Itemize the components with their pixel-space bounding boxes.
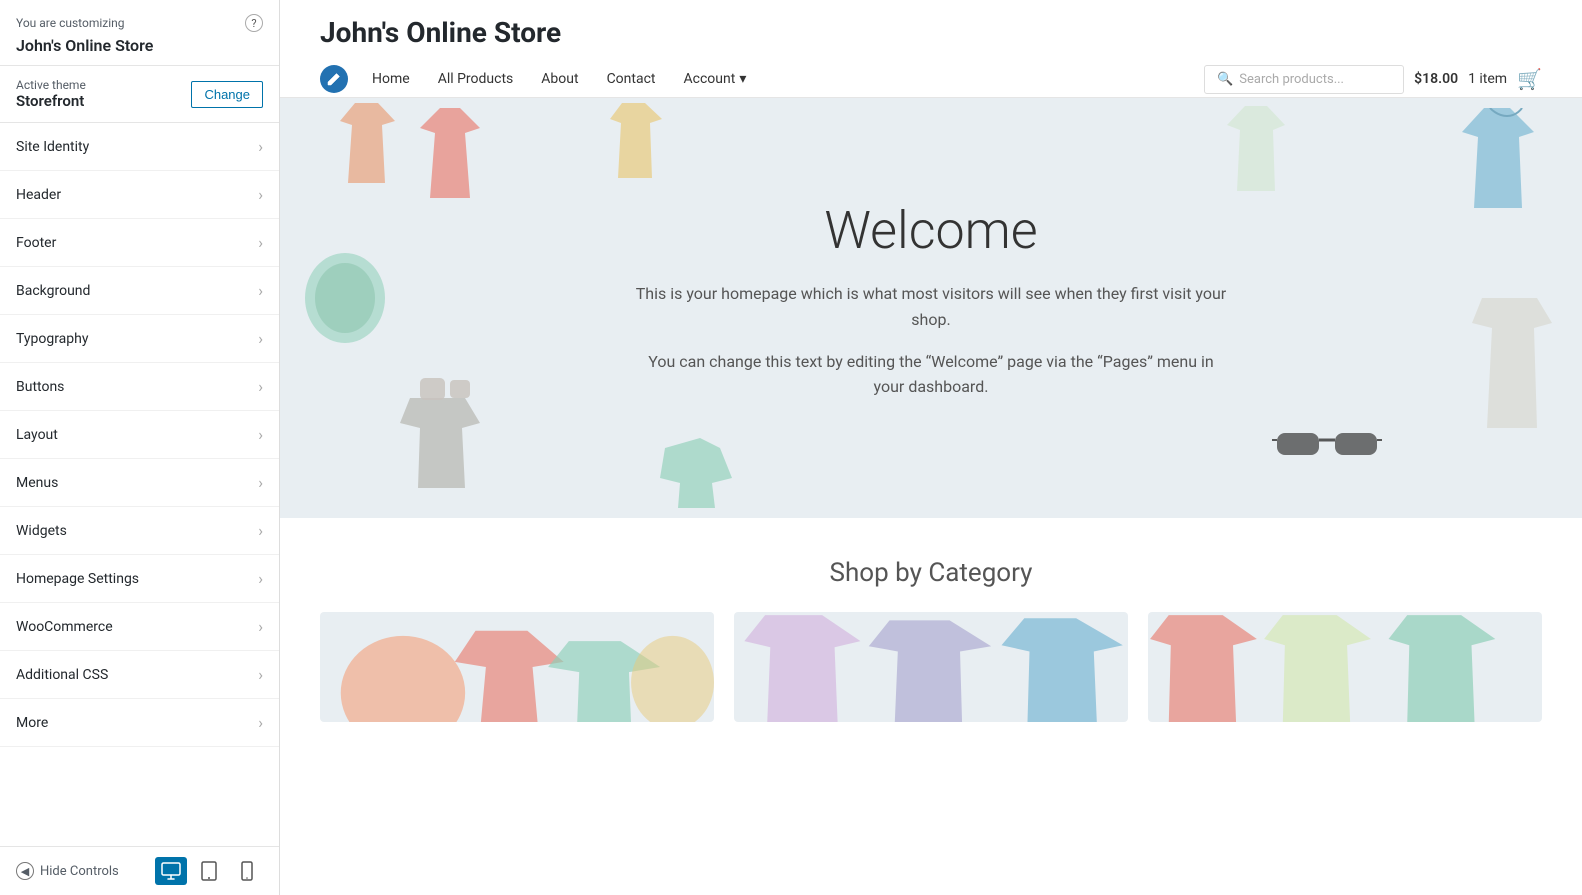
shop-section: Shop by Category (280, 518, 1582, 742)
hide-controls-label: Hide Controls (40, 864, 119, 879)
menu-item-widgets[interactable]: Widgets › (0, 507, 279, 555)
menu-item-buttons[interactable]: Buttons › (0, 363, 279, 411)
menu-item-label: Homepage Settings (16, 571, 139, 587)
nav-account[interactable]: Account ▾ (670, 61, 761, 97)
chevron-right-icon: › (258, 569, 263, 588)
category-card-1[interactable] (320, 612, 714, 722)
chevron-right-icon: › (258, 473, 263, 492)
edit-nav-pencil[interactable] (320, 65, 348, 93)
category-card-2[interactable] (734, 612, 1128, 722)
category-card-3[interactable] (1148, 612, 1542, 722)
nav-contact[interactable]: Contact (593, 61, 670, 97)
store-nav: Home All Products About Contact Account … (320, 61, 1542, 97)
menu-item-label: Widgets (16, 523, 67, 539)
help-icon[interactable]: ? (245, 14, 263, 32)
search-box[interactable]: 🔍 Search products... (1204, 65, 1404, 94)
cart-area: 🔍 Search products... $18.00 1 item 🛒 (1204, 65, 1542, 94)
account-dropdown-arrow: ▾ (739, 71, 746, 87)
desktop-view-button[interactable] (155, 857, 187, 885)
menu-item-more[interactable]: More › (0, 699, 279, 747)
menu-item-label: Site Identity (16, 139, 89, 155)
menu-item-additional-css[interactable]: Additional CSS › (0, 651, 279, 699)
cloth-top-left-1 (420, 108, 500, 198)
hero-content: Welcome This is your homepage which is w… (631, 200, 1231, 415)
preview-panel: John's Online Store Home All Products Ab… (280, 0, 1582, 895)
customizer-panel: You are customizing ? John's Online Stor… (0, 0, 280, 895)
search-icon: 🔍 (1217, 72, 1233, 87)
menu-item-label: Buttons (16, 379, 64, 395)
chevron-right-icon: › (258, 137, 263, 156)
customizer-menu-list: Site Identity›Header›Footer›Background›T… (0, 123, 279, 846)
menu-item-woocommerce[interactable]: WooCommerce › (0, 603, 279, 651)
menu-item-label: Footer (16, 235, 56, 251)
chevron-right-icon: › (258, 233, 263, 252)
chevron-right-icon: › (258, 713, 263, 732)
cart-item-count: 1 item (1468, 71, 1507, 87)
cloth-top-left-2 (340, 103, 410, 183)
preview-content: John's Online Store Home All Products Ab… (280, 0, 1582, 895)
menu-item-typography[interactable]: Typography › (0, 315, 279, 363)
menu-item-label: More (16, 715, 48, 731)
shop-section-title: Shop by Category (320, 558, 1542, 588)
chevron-right-icon: › (258, 665, 263, 684)
change-theme-button[interactable]: Change (191, 81, 263, 108)
chevron-right-icon: › (258, 521, 263, 540)
mobile-view-button[interactable] (231, 857, 263, 885)
hero-text-1: This is your homepage which is what most… (631, 281, 1231, 332)
hero-title: Welcome (631, 200, 1231, 261)
theme-info: Active theme Storefront (16, 78, 86, 110)
view-controls (155, 857, 263, 885)
cloth-left-mid (300, 248, 390, 348)
active-theme-label: Active theme (16, 78, 86, 92)
chevron-right-icon: › (258, 377, 263, 396)
menu-item-label: Background (16, 283, 90, 299)
menu-item-label: Typography (16, 331, 88, 347)
panel-footer: ◀ Hide Controls (0, 846, 279, 895)
menu-item-label: Header (16, 187, 61, 203)
cloth-sunglasses (1272, 418, 1382, 468)
category-grid (320, 612, 1542, 722)
chevron-right-icon: › (258, 329, 263, 348)
nav-home[interactable]: Home (358, 61, 424, 97)
store-header: John's Online Store Home All Products Ab… (280, 0, 1582, 98)
panel-header: You are customizing ? John's Online Stor… (0, 0, 279, 66)
chevron-right-icon: › (258, 425, 263, 444)
chevron-right-icon: › (258, 281, 263, 300)
preview-store-title: John's Online Store (320, 16, 1542, 49)
menu-item-homepage-settings[interactable]: Homepage Settings › (0, 555, 279, 603)
chevron-right-icon: › (258, 185, 263, 204)
chevron-right-icon: › (258, 617, 263, 636)
menu-item-label: Additional CSS (16, 667, 108, 683)
hide-controls-button[interactable]: ◀ Hide Controls (16, 862, 119, 880)
menu-item-footer[interactable]: Footer › (0, 219, 279, 267)
cloth-top-right-1 (1227, 106, 1302, 191)
cart-icon[interactable]: 🛒 (1517, 67, 1542, 91)
panel-store-name: John's Online Store (16, 36, 263, 55)
menu-item-menus[interactable]: Menus › (0, 459, 279, 507)
nav-all-products[interactable]: All Products (424, 61, 528, 97)
nav-links: Home All Products About Contact Account … (320, 61, 760, 97)
tablet-view-button[interactable] (193, 857, 225, 885)
menu-item-label: WooCommerce (16, 619, 113, 635)
cart-amount: $18.00 (1414, 71, 1458, 87)
nav-about[interactable]: About (527, 61, 592, 97)
menu-item-label: Layout (16, 427, 58, 443)
menu-item-site-identity[interactable]: Site Identity › (0, 123, 279, 171)
cloth-bottom-left (400, 378, 500, 488)
menu-item-header[interactable]: Header › (0, 171, 279, 219)
theme-name: Storefront (16, 92, 86, 110)
cloth-top-right-2 (1462, 108, 1552, 208)
menu-item-label: Menus (16, 475, 58, 491)
customizing-label: You are customizing (16, 16, 125, 30)
menu-item-background[interactable]: Background › (0, 267, 279, 315)
active-theme-section: Active theme Storefront Change (0, 66, 279, 123)
cloth-right-mid (1472, 298, 1572, 428)
cloth-bottom-center (660, 428, 750, 508)
hide-controls-arrow: ◀ (16, 862, 34, 880)
menu-item-layout[interactable]: Layout › (0, 411, 279, 459)
search-placeholder: Search products... (1239, 72, 1344, 87)
cloth-top-center (610, 103, 675, 178)
hero-text-2: You can change this text by editing the … (631, 349, 1231, 400)
hero-section: Welcome This is your homepage which is w… (280, 98, 1582, 518)
